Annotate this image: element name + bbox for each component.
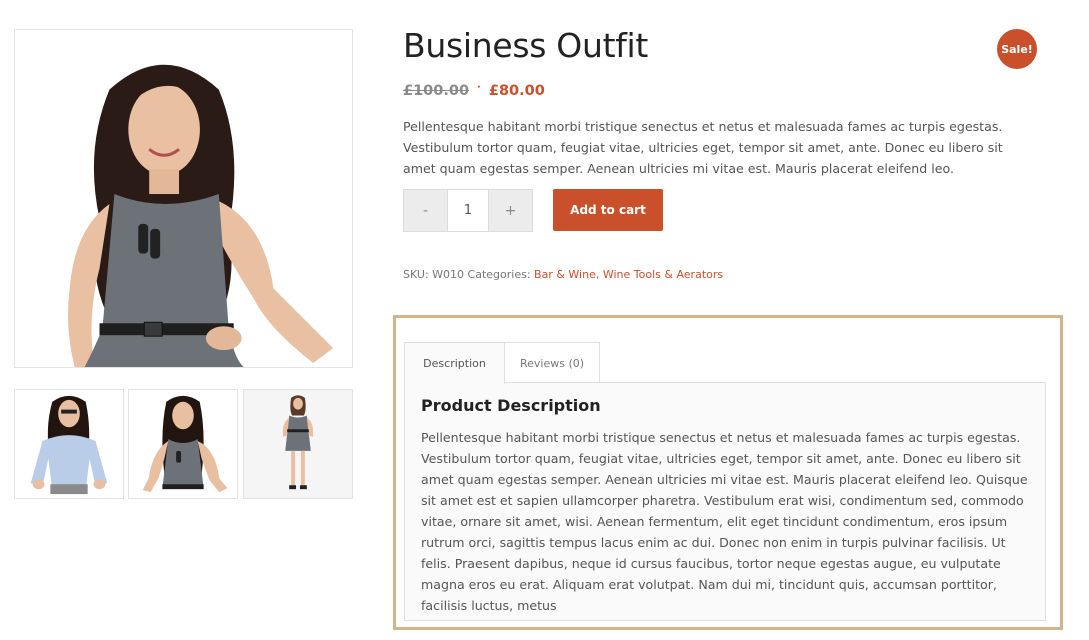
woman-full-body-photo — [244, 390, 352, 498]
quantity-decrease-button[interactable]: - — [404, 190, 447, 231]
category-link-bar-wine[interactable]: Bar & Wine — [534, 268, 596, 281]
sale-price: £80.00 — [488, 83, 545, 99]
quantity-input[interactable]: 1 — [447, 190, 489, 231]
tab-reviews[interactable]: Reviews (0) — [504, 342, 600, 383]
quantity-increase-button[interactable]: + — [489, 190, 532, 231]
price: £100.00 · £80.00 — [403, 81, 545, 100]
panel-text: Pellentesque habitant morbi tristique se… — [421, 430, 1028, 613]
regular-price: £100.00 — [403, 83, 470, 99]
categories-label: Categories: — [467, 268, 531, 281]
category-link-wine-tools[interactable]: Wine Tools & Aerators — [603, 268, 723, 281]
category-separator: , — [595, 268, 600, 281]
product-thumbnail-1[interactable] — [14, 389, 124, 499]
product-main-image[interactable] — [14, 29, 353, 368]
tab-description[interactable]: Description — [404, 342, 505, 384]
add-to-cart-button[interactable]: Add to cart — [553, 189, 663, 231]
sku-label: SKU: — [403, 268, 429, 281]
woman-grey-dress-photo — [129, 390, 237, 498]
description-panel: Product Description Pellentesque habitan… — [404, 382, 1046, 621]
product-title: Business Outfit — [403, 26, 649, 65]
woman-grey-dress-photo — [15, 30, 352, 367]
sku-value: W010 — [432, 268, 465, 281]
product-meta: SKU: W010 Categories: Bar & Wine, Wine T… — [403, 268, 723, 281]
panel-heading: Product Description — [421, 396, 601, 415]
short-description: Pellentesque habitant morbi tristique se… — [403, 119, 1003, 176]
product-tabs: Description Reviews (0) Product Descript… — [393, 315, 1063, 630]
product-thumbnail-3[interactable] — [243, 389, 353, 499]
quantity-stepper: - 1 + — [403, 189, 533, 232]
woman-blue-shirt-photo — [15, 390, 123, 498]
price-separator: · — [477, 81, 481, 93]
sale-badge: Sale! — [997, 29, 1037, 69]
product-thumbnail-2[interactable] — [128, 389, 238, 499]
